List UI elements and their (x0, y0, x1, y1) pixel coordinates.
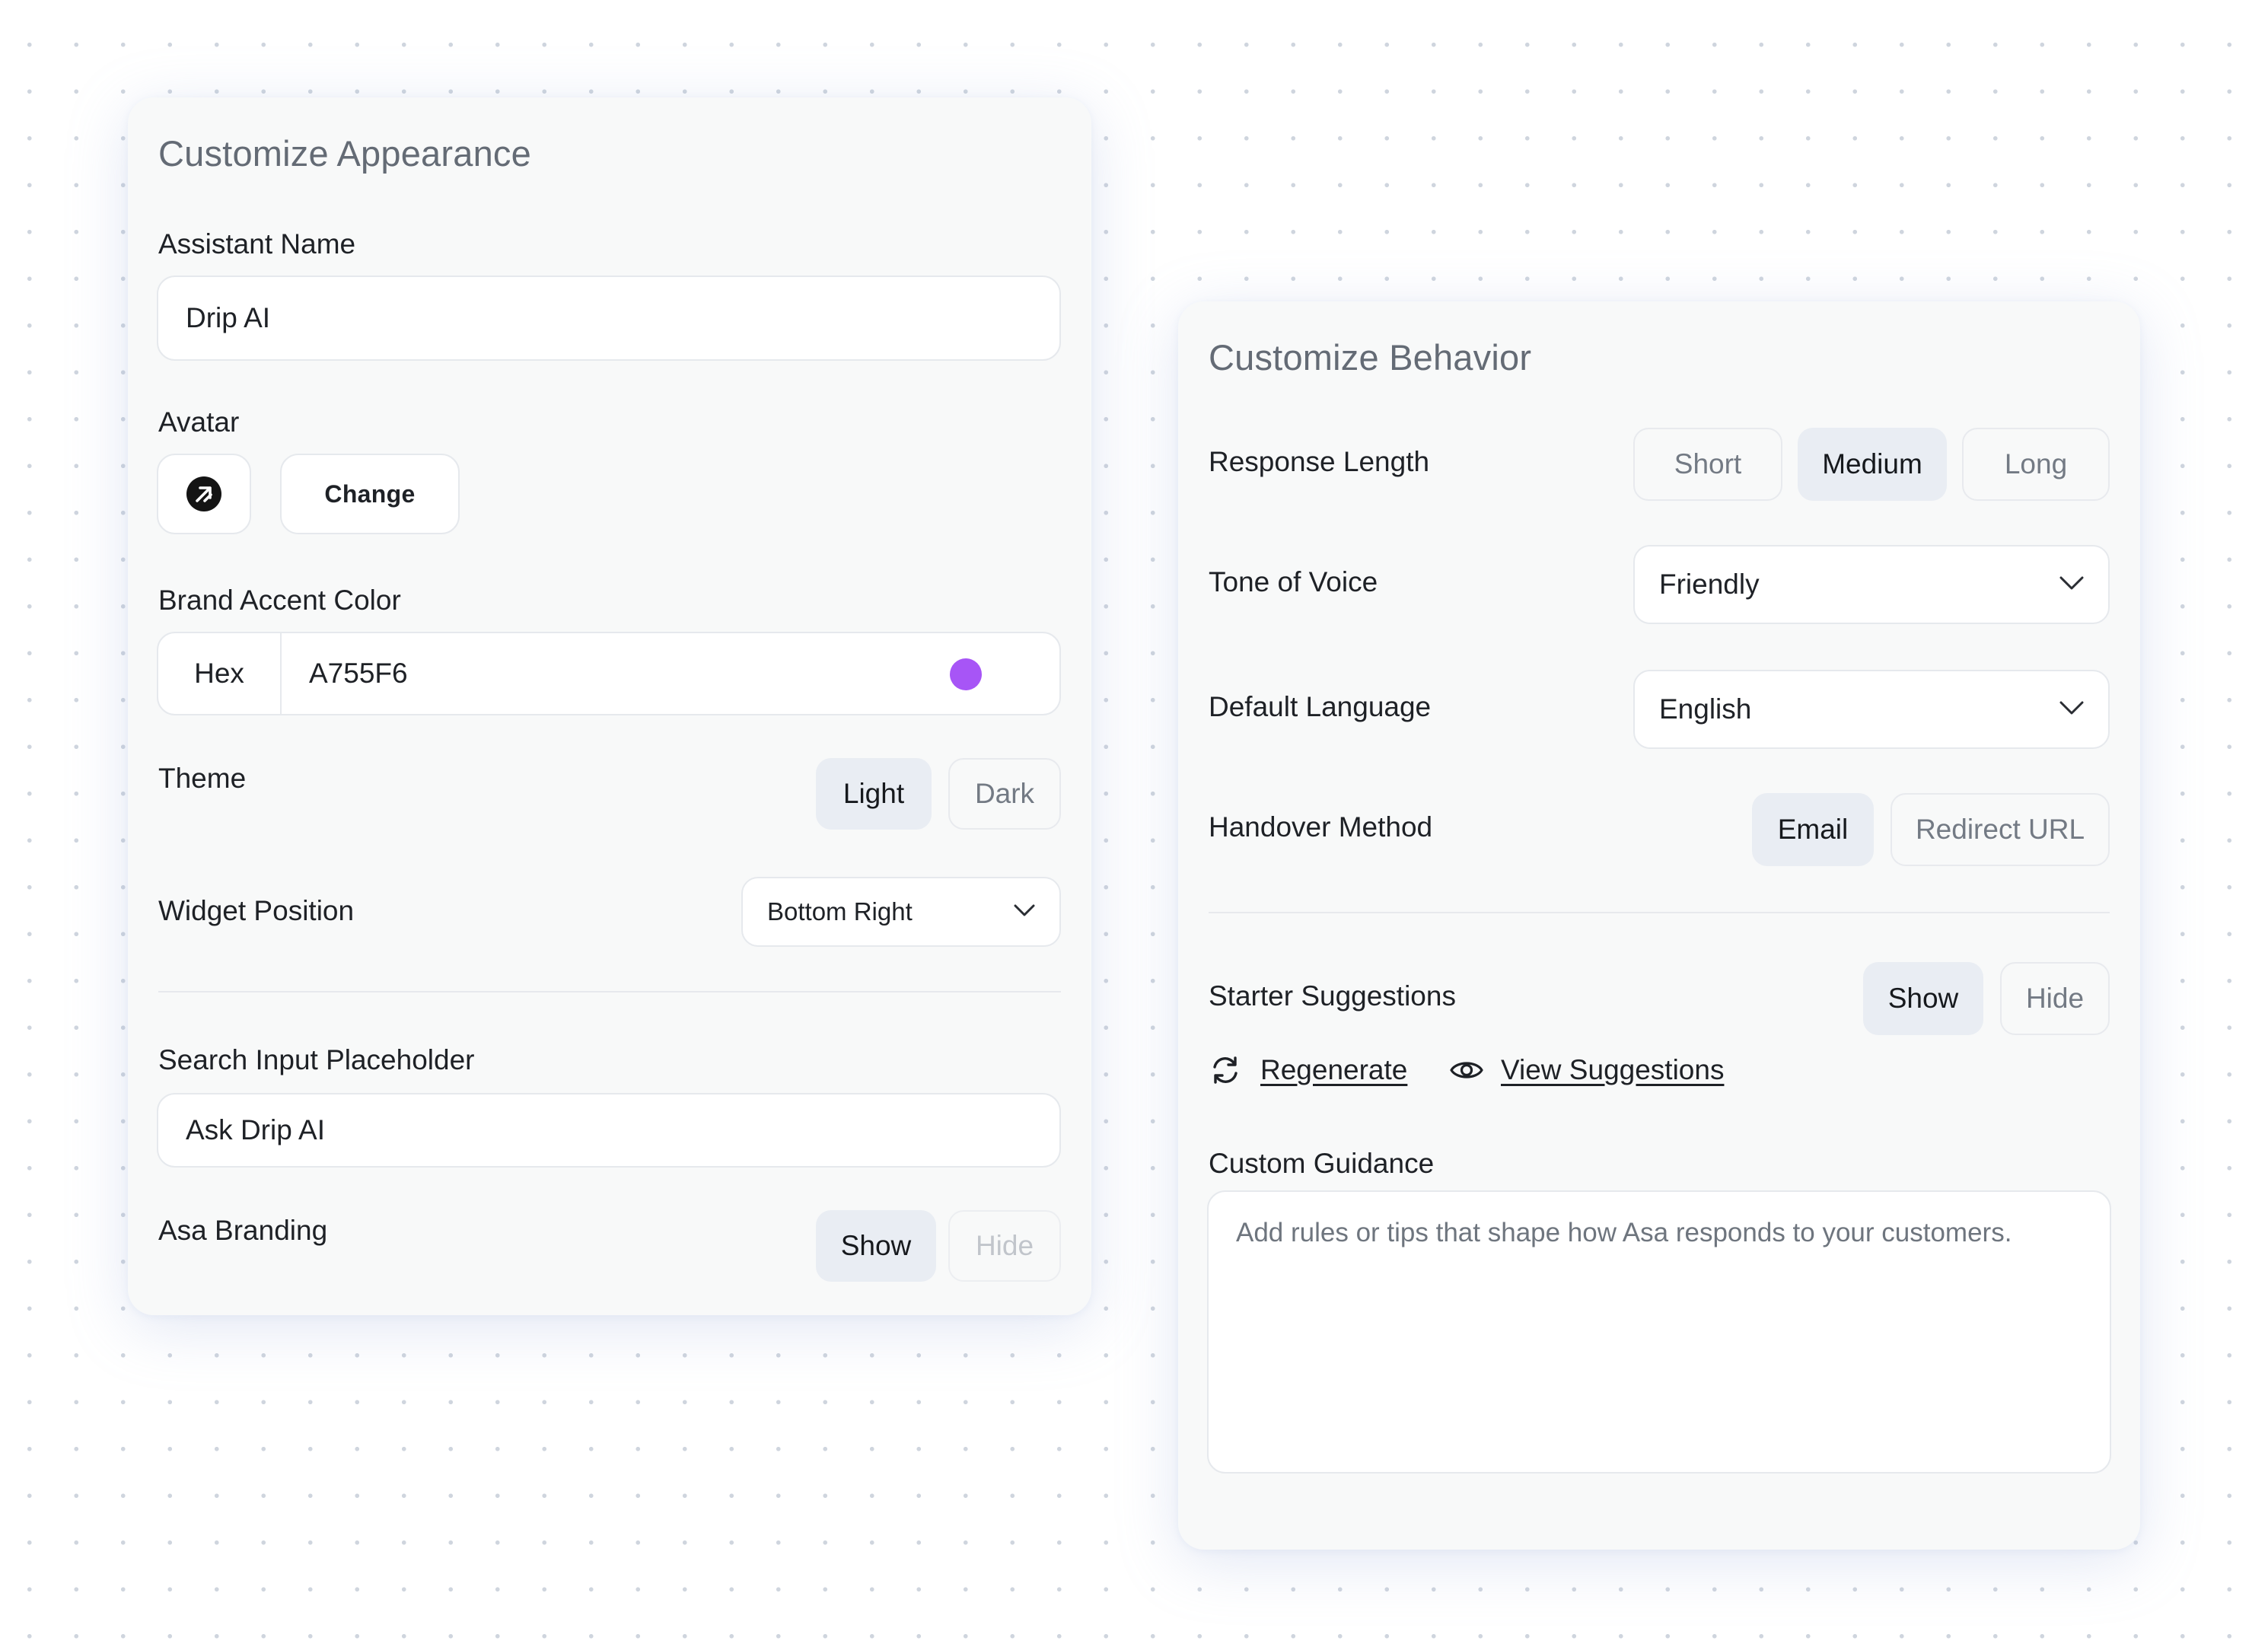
handover-redirect-option[interactable]: Redirect URL (1891, 793, 2110, 866)
assistant-name-value: Drip AI (186, 302, 271, 333)
customize-appearance-panel: Customize Appearance Assistant Name Drip… (128, 97, 1091, 1315)
regenerate-link[interactable]: Regenerate (1260, 1054, 1407, 1086)
response-length-medium[interactable]: Medium (1798, 428, 1947, 501)
response-length-short-text: Short (1674, 448, 1742, 480)
theme-dark-text: Dark (974, 778, 1035, 809)
change-avatar-label: Change (324, 480, 416, 508)
widget-position-select[interactable]: Bottom Right (741, 877, 1061, 947)
response-length-medium-text: Medium (1822, 448, 1922, 480)
tone-of-voice-select[interactable]: Friendly (1633, 545, 2110, 624)
starter-show-option[interactable]: Show (1863, 962, 1983, 1035)
view-suggestions-action[interactable]: View Suggestions (1449, 1053, 1724, 1087)
default-language-select[interactable]: English (1633, 670, 2110, 749)
avatar-label: Avatar (158, 406, 240, 438)
behavior-title: Customize Behavior (1209, 337, 1532, 378)
widget-position-label: Widget Position (158, 895, 355, 926)
starter-hide-option[interactable]: Hide (2000, 962, 2110, 1035)
search-placeholder-input[interactable]: Ask Drip AI (157, 1093, 1061, 1168)
hex-prefix-text: Hex (194, 658, 244, 689)
theme-label: Theme (158, 763, 247, 794)
chevron-down-icon (1014, 903, 1035, 921)
custom-guidance-placeholder: Add rules or tips that shape how Asa res… (1236, 1218, 2012, 1247)
assistant-name-input[interactable]: Drip AI (157, 276, 1061, 361)
branding-hide-text: Hide (975, 1230, 1034, 1261)
response-length-long[interactable]: Long (1962, 428, 2110, 501)
starter-hide-text: Hide (2025, 983, 2085, 1014)
customize-behavior-panel: Customize Behavior Response Length Short… (1178, 301, 2140, 1550)
hex-color-input[interactable]: Hex A755F6 (157, 632, 1061, 715)
asa-branding-label: Asa Branding (158, 1215, 328, 1246)
appearance-title: Customize Appearance (158, 133, 531, 174)
handover-redirect-text: Redirect URL (1915, 814, 2085, 845)
change-avatar-button[interactable]: Change (280, 454, 460, 534)
handover-method-label: Handover Method (1209, 811, 1433, 843)
tone-of-voice-value: Friendly (1659, 569, 1760, 600)
response-length-long-text: Long (2004, 448, 2068, 480)
handover-email-option[interactable]: Email (1752, 793, 1874, 866)
hex-prefix: Hex (158, 633, 282, 714)
view-suggestions-link[interactable]: View Suggestions (1501, 1054, 1724, 1086)
behavior-divider (1209, 912, 2110, 913)
branding-show-text: Show (840, 1230, 912, 1261)
branding-show-option[interactable]: Show (816, 1210, 936, 1282)
eye-icon (1449, 1053, 1484, 1087)
arrow-up-right-icon (186, 476, 222, 512)
assistant-name-label: Assistant Name (158, 228, 356, 260)
chevron-down-icon (2059, 700, 2084, 719)
color-swatch[interactable] (950, 658, 982, 690)
branding-hide-option[interactable]: Hide (948, 1210, 1061, 1282)
avatar-preview[interactable] (157, 454, 251, 534)
canvas: Customize Appearance Assistant Name Drip… (0, 0, 2268, 1644)
starter-suggestions-label: Starter Suggestions (1209, 980, 1456, 1012)
search-placeholder-label: Search Input Placeholder (158, 1044, 475, 1075)
brand-accent-label: Brand Accent Color (158, 585, 401, 616)
refresh-icon (1209, 1053, 1242, 1087)
regenerate-action[interactable]: Regenerate (1209, 1053, 1407, 1087)
search-placeholder-value: Ask Drip AI (186, 1114, 325, 1145)
appearance-divider (158, 991, 1061, 992)
widget-position-value: Bottom Right (767, 897, 913, 926)
starter-show-text: Show (1887, 983, 1959, 1014)
chevron-down-icon (2059, 575, 2084, 594)
response-length-short[interactable]: Short (1633, 428, 1782, 501)
response-length-label: Response Length (1209, 446, 1430, 477)
default-language-value: English (1659, 693, 1752, 725)
theme-light-option[interactable]: Light (816, 758, 932, 830)
default-language-label: Default Language (1209, 691, 1432, 722)
tone-of-voice-label: Tone of Voice (1209, 566, 1378, 597)
hex-value: A755F6 (309, 658, 408, 689)
theme-dark-option[interactable]: Dark (948, 758, 1061, 830)
handover-email-text: Email (1777, 814, 1849, 845)
custom-guidance-label: Custom Guidance (1209, 1148, 1435, 1179)
custom-guidance-textarea[interactable]: Add rules or tips that shape how Asa res… (1207, 1190, 2111, 1474)
theme-light-text: Light (843, 778, 905, 809)
